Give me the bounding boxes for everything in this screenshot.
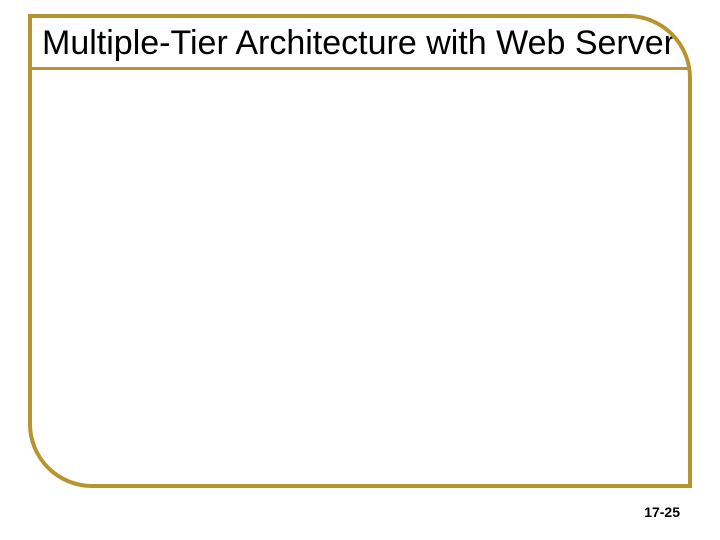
page-number: 17-25 [644,504,680,520]
slide-title: Multiple-Tier Architecture with Web Serv… [42,24,678,63]
title-band: Multiple-Tier Architecture with Web Serv… [32,18,688,67]
title-container: Multiple-Tier Architecture with Web Serv… [32,18,688,67]
title-underline [32,67,688,70]
slide-frame: Multiple-Tier Architecture with Web Serv… [28,14,692,488]
